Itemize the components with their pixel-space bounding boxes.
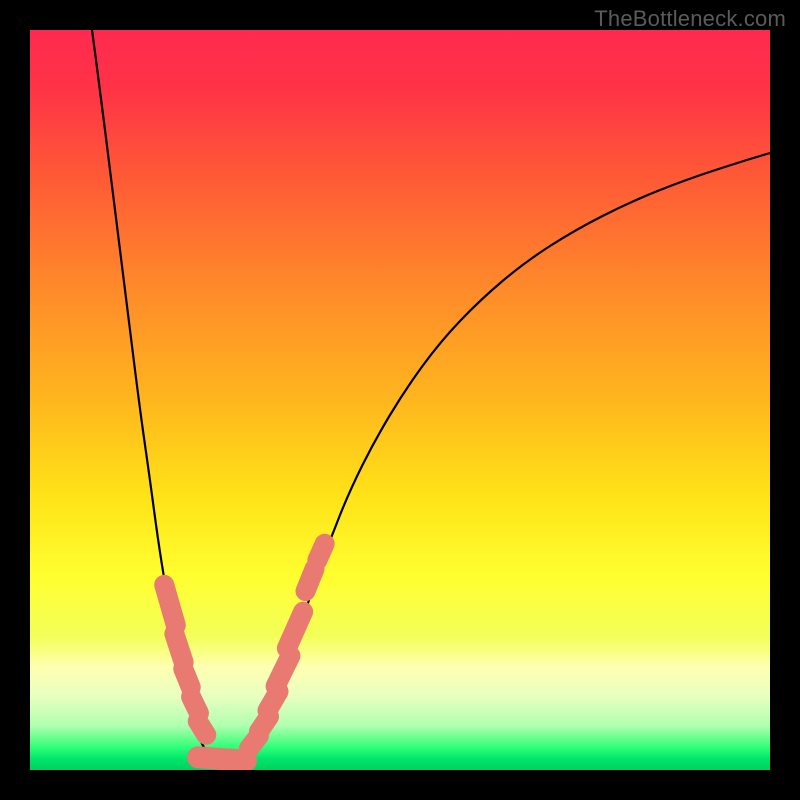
marker-left-cluster (164, 585, 176, 625)
marker-left-cluster (191, 697, 199, 713)
plot-area (30, 30, 770, 770)
marker-right-cluster (317, 544, 324, 560)
marker-left-cluster (174, 634, 183, 663)
gradient-background (30, 30, 770, 770)
chart-container: TheBottleneck.com (0, 0, 800, 800)
marker-right-cluster (306, 569, 315, 591)
marker-left-cluster (183, 669, 190, 688)
marker-left-cluster (198, 721, 206, 735)
marker-right-cluster (276, 656, 291, 687)
watermark-text: TheBottleneck.com (594, 6, 786, 32)
marker-bottom-cluster (198, 757, 246, 760)
